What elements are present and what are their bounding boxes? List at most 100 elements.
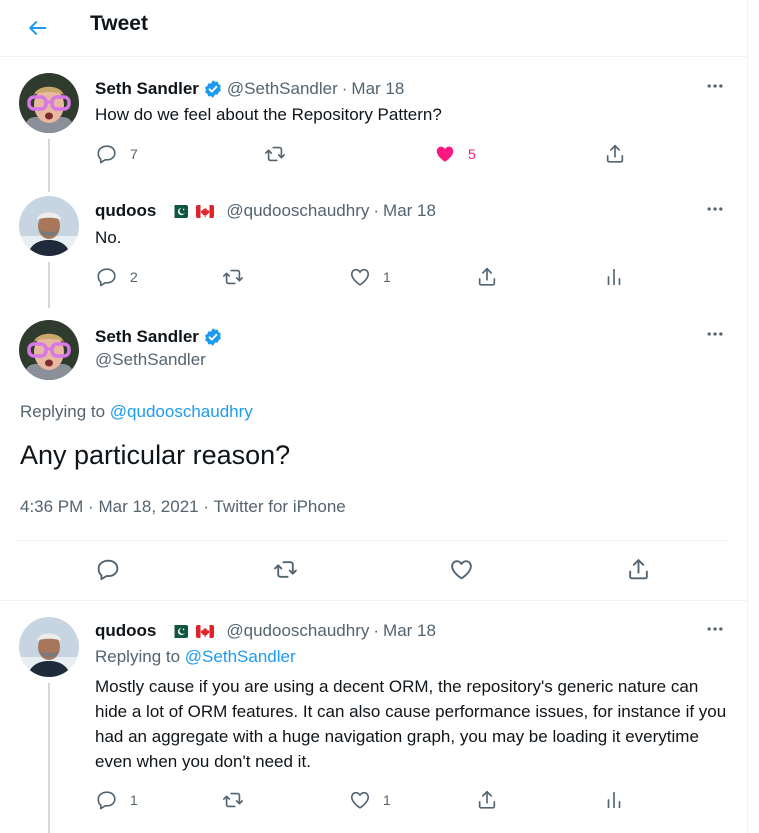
like-count: 5 xyxy=(468,146,476,162)
like-filled-icon xyxy=(434,143,456,165)
author-name[interactable]: Seth Sandler xyxy=(95,327,199,347)
author-flags xyxy=(170,205,222,218)
divider xyxy=(0,56,748,57)
reply-button[interactable]: 2 xyxy=(96,265,138,289)
author-name[interactable]: Seth Sandler xyxy=(95,79,199,99)
canada-flag-icon xyxy=(196,205,214,218)
avatar[interactable] xyxy=(19,73,79,133)
replying-to-link[interactable]: @SethSandler xyxy=(185,647,296,666)
replying-to: Replying to @qudooschaudhry xyxy=(20,402,253,422)
analytics-button[interactable] xyxy=(603,788,625,812)
like-count: 1 xyxy=(383,792,391,808)
avatar-qudoos-image xyxy=(19,196,79,256)
separator: · xyxy=(203,497,210,516)
reply-count: 2 xyxy=(130,269,138,285)
replying-to-link[interactable]: @qudooschaudhry xyxy=(110,402,253,421)
retweet-button[interactable] xyxy=(264,142,286,166)
retweet-button[interactable] xyxy=(273,557,298,581)
tweet-meta: 4:36 PM · Mar 18, 2021 · Twitter for iPh… xyxy=(20,497,346,517)
reply-icon xyxy=(96,266,118,288)
like-icon xyxy=(349,266,371,288)
avatar[interactable] xyxy=(19,617,79,677)
retweet-button[interactable] xyxy=(222,788,244,812)
like-button[interactable] xyxy=(449,557,474,581)
tweet-date[interactable]: Mar 18 xyxy=(383,621,436,641)
tweet-text: How do we feel about the Repository Patt… xyxy=(95,105,442,124)
more-options-button[interactable] xyxy=(703,619,727,639)
share-icon xyxy=(476,266,498,288)
thread-connector xyxy=(48,683,50,833)
share-button[interactable] xyxy=(476,265,498,289)
more-icon xyxy=(705,76,725,96)
separator: · xyxy=(341,79,348,98)
separator: · xyxy=(373,621,380,640)
retweet-icon xyxy=(273,557,298,582)
retweet-icon xyxy=(264,143,286,165)
like-button[interactable]: 5 xyxy=(434,142,476,166)
analytics-icon xyxy=(603,789,625,811)
replying-to-label: Replying to xyxy=(95,647,181,666)
analytics-button[interactable] xyxy=(603,265,625,289)
more-icon xyxy=(705,324,725,344)
avatar-qudoos-image xyxy=(19,617,79,677)
replying-to-label: Replying to xyxy=(20,402,106,421)
avatar[interactable] xyxy=(19,320,79,380)
reply-count: 1 xyxy=(130,792,138,808)
tweet-date[interactable]: Mar 18 xyxy=(351,79,404,99)
tweet-source[interactable]: Twitter for iPhone xyxy=(213,497,345,516)
author-handle[interactable]: @SethSandler xyxy=(227,79,338,99)
canada-flag-icon xyxy=(196,625,214,638)
page-header: Tweet xyxy=(0,0,748,56)
reply-icon xyxy=(96,789,118,811)
divider xyxy=(0,600,748,601)
reply-icon xyxy=(96,143,118,165)
reply-icon xyxy=(96,557,121,582)
author-handle[interactable]: @qudooschaudhry xyxy=(226,201,369,221)
author-name[interactable]: qudoos xyxy=(95,201,156,221)
like-button[interactable]: 1 xyxy=(349,265,391,289)
share-button[interactable] xyxy=(626,557,651,581)
more-options-button[interactable] xyxy=(703,76,727,96)
share-button[interactable] xyxy=(476,788,498,812)
tweet-thread-page: Tweet Seth Sandler @SethSandler · Mar 18 xyxy=(0,0,748,833)
author-name[interactable]: qudoos xyxy=(95,621,156,641)
avatar[interactable] xyxy=(19,196,79,256)
separator: · xyxy=(88,497,94,516)
tweet-date[interactable]: Mar 18 xyxy=(383,201,436,221)
thread-connector xyxy=(48,262,50,308)
retweet-icon xyxy=(222,266,244,288)
tweet-text: Any particular reason? xyxy=(20,440,291,470)
tweet-time[interactable]: 4:36 PM xyxy=(20,497,83,516)
verified-badge-icon xyxy=(203,327,223,347)
avatar-seth-image xyxy=(19,73,79,133)
like-count: 1 xyxy=(383,269,391,285)
retweet-icon xyxy=(222,789,244,811)
author-handle[interactable]: @SethSandler xyxy=(95,350,206,370)
author-flags xyxy=(170,625,222,638)
verified-badge-icon xyxy=(203,79,223,99)
share-icon xyxy=(476,789,498,811)
replying-to: Replying to @SethSandler xyxy=(95,647,296,667)
separator: · xyxy=(373,201,380,220)
more-options-button[interactable] xyxy=(703,324,727,344)
page-title: Tweet xyxy=(90,12,148,35)
share-icon xyxy=(604,143,626,165)
tweet-full-date[interactable]: Mar 18, 2021 xyxy=(98,497,198,516)
reply-button[interactable] xyxy=(96,557,121,581)
back-button[interactable] xyxy=(20,10,56,46)
share-button[interactable] xyxy=(604,142,626,166)
more-options-button[interactable] xyxy=(703,199,727,219)
more-icon xyxy=(705,619,725,639)
back-arrow-icon xyxy=(29,21,47,35)
reply-button[interactable]: 1 xyxy=(96,788,138,812)
like-icon xyxy=(349,789,371,811)
reply-count: 7 xyxy=(130,146,138,162)
share-icon xyxy=(626,557,651,582)
retweet-button[interactable] xyxy=(222,265,244,289)
tweet-text: Mostly cause if you are using a decent O… xyxy=(95,677,727,771)
author-handle[interactable]: @qudooschaudhry xyxy=(226,621,369,641)
more-icon xyxy=(705,199,725,219)
avatar-seth-image xyxy=(19,320,79,380)
like-button[interactable]: 1 xyxy=(349,788,391,812)
reply-button[interactable]: 7 xyxy=(96,142,138,166)
